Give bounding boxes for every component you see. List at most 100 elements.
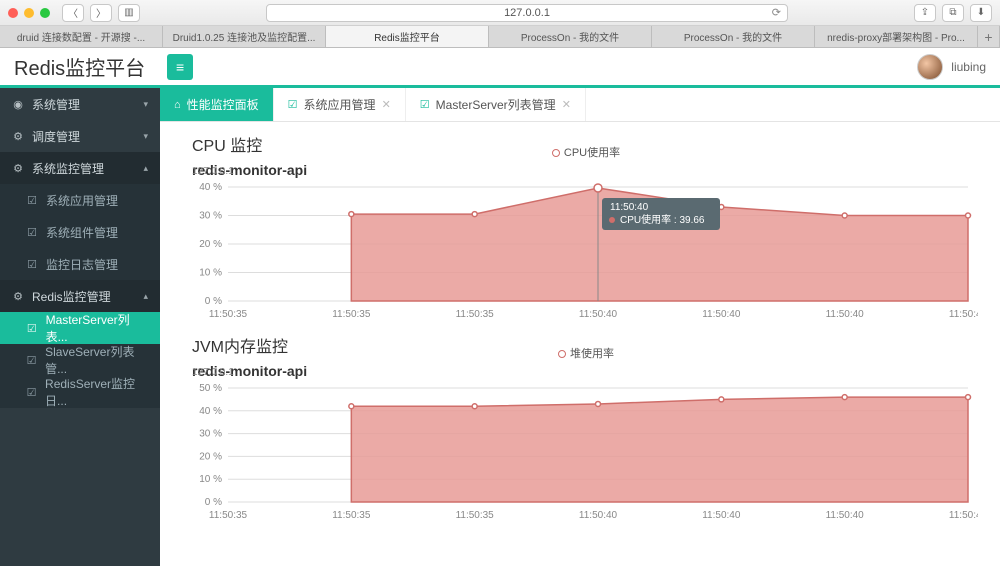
browser-tab[interactable]: ProcessOn - 我的文件: [489, 26, 652, 47]
chevron-down-icon: ▾: [143, 99, 148, 110]
svg-text:11:50:45: 11:50:45: [949, 510, 978, 521]
close-icon[interactable]: ✕: [562, 98, 571, 111]
sidebar-item-label: Redis监控管理: [32, 288, 111, 305]
chart-jvm: JVM内存监控 redis-monitor-api 堆使用率 127.0.0.1…: [160, 327, 1000, 528]
content-area: ⌂ 性能监控面板 ☑ 系统应用管理 ✕ ☑ MasterServer列表管理 ✕…: [160, 88, 1000, 566]
sidebar-group-system[interactable]: ◉ 系统管理 ▾: [0, 88, 160, 120]
sidebar-item-label: 系统组件管理: [46, 224, 118, 241]
user-menu[interactable]: liubing: [917, 54, 986, 80]
svg-text:10 %: 10 %: [199, 474, 222, 485]
svg-text:20 %: 20 %: [199, 451, 222, 462]
sidebar-item-label: 系统管理: [32, 96, 80, 113]
sidebar-item-label: 系统应用管理: [46, 192, 118, 209]
tab-master-server[interactable]: ☑ MasterServer列表管理 ✕: [406, 88, 586, 121]
sidebar-group-redis[interactable]: ⚙ Redis监控管理 ▴: [0, 280, 160, 312]
svg-text:0 %: 0 %: [205, 497, 222, 508]
svg-text:20 %: 20 %: [199, 239, 222, 250]
svg-text:30 %: 30 %: [199, 429, 222, 440]
check-icon: ☑: [26, 354, 37, 367]
sidebar-group-monitor[interactable]: ⚙ 系统监控管理 ▴: [0, 152, 160, 184]
cogs-icon: ⚙: [12, 290, 24, 303]
sidebar-item-master-server[interactable]: ☑ MasterServer列表...: [0, 312, 160, 344]
tab-performance[interactable]: ⌂ 性能监控面板: [160, 88, 274, 121]
content-tabstrip: ⌂ 性能监控面板 ☑ 系统应用管理 ✕ ☑ MasterServer列表管理 ✕: [160, 88, 1000, 122]
sidebar-item-redis-log[interactable]: ☑ RedisServer监控日...: [0, 376, 160, 408]
address-bar[interactable]: 127.0.0.1 ⟳: [266, 4, 788, 22]
sidebar-item-label: RedisServer监控日...: [45, 375, 148, 409]
check-icon: ☑: [420, 98, 430, 111]
svg-text:11:50:40: 11:50:40: [826, 309, 865, 320]
close-icon[interactable]: ✕: [382, 98, 391, 111]
sidebar-item-sys-app[interactable]: ☑ 系统应用管理: [0, 184, 160, 216]
browser-tab[interactable]: ProcessOn - 我的文件: [652, 26, 815, 47]
legend-label: 堆使用率: [570, 348, 614, 360]
svg-text:11:50:40: 11:50:40: [610, 202, 649, 213]
back-button[interactable]: 〈: [62, 4, 84, 22]
svg-text:11:50:35: 11:50:35: [209, 510, 248, 521]
chart-host: 127.0.0.1: [192, 367, 984, 378]
avatar: [917, 54, 943, 80]
check-icon: ☑: [26, 194, 38, 207]
downloads-button[interactable]: ⬇: [970, 4, 992, 22]
chart-host: 127.0.0.1: [192, 166, 984, 177]
tab-label: 性能监控面板: [187, 96, 259, 113]
svg-text:11:50:40: 11:50:40: [579, 309, 618, 320]
close-window-icon[interactable]: [8, 8, 18, 18]
svg-text:30 %: 30 %: [199, 211, 222, 222]
svg-text:11:50:45: 11:50:45: [949, 309, 978, 320]
check-icon: ☑: [288, 98, 298, 111]
sidebar-item-label: SlaveServer列表管...: [45, 343, 148, 377]
chevron-down-icon: ▾: [143, 131, 148, 142]
sidebar-item-label: 调度管理: [32, 128, 80, 145]
sidebar: ◉ 系统管理 ▾ ⚙ 调度管理 ▾ ⚙ 系统监控管理 ▴ ☑ 系统应用管理 ☑ …: [0, 88, 160, 566]
svg-text:11:50:35: 11:50:35: [456, 309, 495, 320]
cogs-icon: ⚙: [12, 162, 24, 175]
svg-text:40 %: 40 %: [199, 182, 222, 193]
check-icon: ☑: [26, 258, 38, 271]
cpu-chart-svg[interactable]: 0 %10 %20 %30 %40 %11:50:3511:50:3511:50…: [188, 181, 978, 321]
sidebar-group-schedule[interactable]: ⚙ 调度管理 ▾: [0, 120, 160, 152]
minimize-window-icon[interactable]: [24, 8, 34, 18]
browser-tab[interactable]: nredis-proxy部署架构图 - Pro...: [815, 26, 978, 47]
svg-text:CPU使用率 : 39.66: CPU使用率 : 39.66: [620, 213, 705, 226]
chart-cpu: CPU 监控 redis-monitor-api CPU使用率 127.0.0.…: [160, 126, 1000, 327]
check-icon: ☑: [26, 226, 38, 239]
maximize-window-icon[interactable]: [40, 8, 50, 18]
check-icon: ☑: [26, 386, 37, 399]
svg-text:11:50:40: 11:50:40: [826, 510, 865, 521]
browser-tab[interactable]: druid 连接数配置 - 开源搜 -...: [0, 26, 163, 47]
app-title: Redis监控平台: [14, 52, 145, 81]
window-controls: [8, 8, 50, 18]
sidebar-item-label: 监控日志管理: [46, 256, 118, 273]
chevron-up-icon: ▴: [143, 163, 148, 174]
forward-button[interactable]: 〉: [90, 4, 112, 22]
svg-text:0 %: 0 %: [205, 296, 222, 307]
sidebar-item-slave-server[interactable]: ☑ SlaveServer列表管...: [0, 344, 160, 376]
sidebar-item-sys-component[interactable]: ☑ 系统组件管理: [0, 216, 160, 248]
check-icon: ☑: [26, 322, 38, 335]
new-tab-button[interactable]: +: [978, 26, 1000, 47]
browser-tab[interactable]: Druid1.0.25 连接池及监控配置...: [163, 26, 326, 47]
tabs-button[interactable]: ⧉: [942, 4, 964, 22]
sidebar-toggle-button[interactable]: ▥: [118, 4, 140, 22]
dashboard-icon: ◉: [12, 98, 24, 111]
tab-sys-app[interactable]: ☑ 系统应用管理 ✕: [274, 88, 406, 121]
username: liubing: [951, 60, 986, 74]
svg-text:11:50:40: 11:50:40: [579, 510, 618, 521]
address-text: 127.0.0.1: [504, 7, 550, 19]
browser-tab[interactable]: Redis监控平台: [326, 26, 489, 47]
share-button[interactable]: ⇪: [914, 4, 936, 22]
app-header: Redis监控平台 ≡ liubing: [0, 48, 1000, 88]
cogs-icon: ⚙: [12, 130, 24, 143]
jvm-chart-svg[interactable]: 0 %10 %20 %30 %40 %50 %11:50:3511:50:351…: [188, 382, 978, 522]
chevron-up-icon: ▴: [143, 291, 148, 302]
tab-label: 系统应用管理: [304, 96, 376, 113]
sidebar-collapse-button[interactable]: ≡: [167, 54, 193, 80]
legend-label: CPU使用率: [564, 147, 620, 159]
sidebar-item-monitor-log[interactable]: ☑ 监控日志管理: [0, 248, 160, 280]
home-icon: ⌂: [174, 99, 181, 111]
svg-text:11:50:40: 11:50:40: [702, 510, 741, 521]
svg-text:10 %: 10 %: [199, 268, 222, 279]
reload-icon[interactable]: ⟳: [772, 6, 781, 19]
svg-text:50 %: 50 %: [199, 383, 222, 394]
